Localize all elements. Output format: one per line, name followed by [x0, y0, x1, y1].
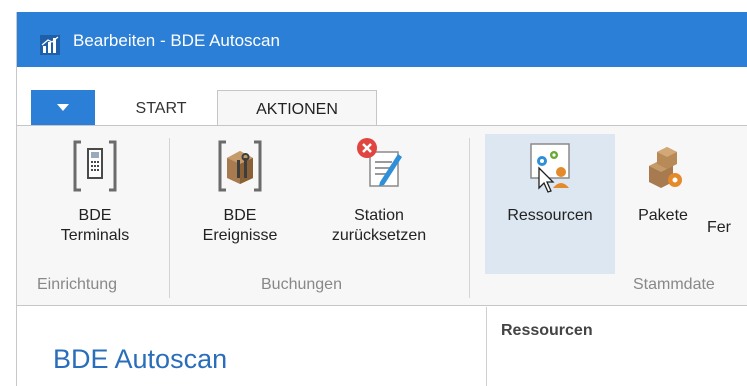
ribbon-tab-bar: START AKTIONEN: [17, 67, 747, 127]
panel-title: Ressourcen: [501, 322, 593, 339]
title-bar: Bearbeiten - BDE Autoscan: [17, 12, 747, 67]
pakete-button[interactable]: Pakete: [627, 134, 699, 274]
station-zuruecksetzen-label-line2: zurücksetzen: [331, 227, 427, 244]
tab-aktionen[interactable]: AKTIONEN: [217, 90, 377, 127]
packages-icon: [649, 147, 682, 188]
group-separator: [469, 138, 470, 298]
bde-ereignisse-label-line2: Ereignisse: [202, 227, 278, 244]
content-area: BDE Autoscan Ressourcen: [17, 307, 747, 386]
fertigung-label: Fer: [707, 219, 731, 236]
app-window: Bearbeiten - BDE Autoscan START AKTIONEN: [16, 12, 747, 386]
fertigung-button[interactable]: Fer: [707, 134, 747, 274]
pakete-label: Pakete: [638, 207, 688, 224]
resources-icon: [530, 143, 570, 193]
ribbon: BDE Terminals Einrichtung BDE Ereignisse: [17, 125, 747, 306]
reset-station-icon: [357, 138, 402, 187]
tab-start[interactable]: START: [103, 90, 219, 127]
station-zuruecksetzen-label-line1: Station: [354, 207, 404, 224]
group-separator: [169, 138, 170, 298]
tools-box-icon: [218, 140, 262, 192]
group-label-einrichtung: Einrichtung: [37, 276, 118, 293]
window-title: Bearbeiten - BDE Autoscan: [73, 31, 280, 50]
group-label-stammdaten: Stammdate: [633, 276, 715, 293]
bde-ereignisse-button[interactable]: BDE Ereignisse: [185, 134, 295, 274]
page-title: BDE Autoscan: [53, 344, 228, 374]
station-zuruecksetzen-button[interactable]: Station zurücksetzen: [309, 134, 449, 274]
ressourcen-label: Ressourcen: [507, 207, 593, 224]
ressourcen-panel: Ressourcen: [486, 307, 747, 386]
group-label-buchungen: Buchungen: [261, 276, 342, 293]
bde-terminals-button[interactable]: BDE Terminals: [47, 134, 143, 274]
bde-ereignisse-label-line1: BDE: [223, 207, 257, 224]
chart-app-icon: [40, 35, 60, 55]
caret-down-icon: [57, 104, 69, 111]
bde-terminals-label-line1: BDE: [78, 207, 112, 224]
bde-terminals-label-line2: Terminals: [60, 227, 130, 244]
terminal-icon: [73, 140, 117, 192]
application-menu-button[interactable]: [31, 90, 95, 127]
ressourcen-button[interactable]: Ressourcen: [485, 134, 615, 274]
